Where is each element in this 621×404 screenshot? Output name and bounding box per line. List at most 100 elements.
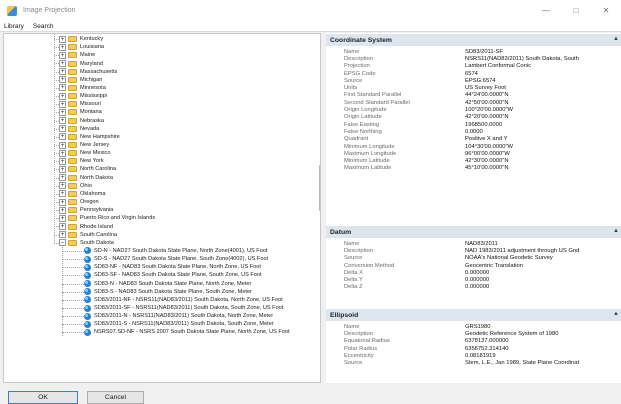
projection-item[interactable]: SD83-N - NAD83 South Dakota State Plane,… [84, 280, 251, 288]
globe-icon [84, 296, 91, 304]
property-value: 0.08181919 [465, 352, 496, 359]
tree-item-south-carolina[interactable]: + South Carolina [59, 231, 117, 239]
projection-item[interactable]: SD83/2011-SF - NSRS11(NAD83/2011) South … [84, 304, 283, 312]
splitter-grip[interactable] [319, 165, 320, 211]
projection-item[interactable]: SD83-SF - NAD83 South Dakota State Plane… [84, 271, 262, 279]
tree-item-missouri[interactable]: + Missouri [59, 100, 101, 108]
tree-item-montana[interactable]: + Montana [59, 108, 102, 116]
property-name: Description [344, 247, 373, 254]
tree-connector-line [62, 307, 84, 309]
minimize-button[interactable]: — [531, 0, 561, 21]
tree-item-oklahoma[interactable]: + Oklahoma [59, 190, 106, 198]
tree-item-minnesota[interactable]: + Minnesota [59, 84, 106, 92]
tree-item-north-carolina[interactable]: + North Carolina [59, 165, 116, 173]
property-row: Description Geodetic Reference System of … [326, 330, 621, 337]
tree-item-south-dakota[interactable]: − South Dakota [59, 239, 114, 247]
tree-item-label: New Mexico [80, 150, 111, 157]
tab-search[interactable]: Search [29, 23, 59, 30]
tree-item-maine[interactable]: + Maine [59, 51, 95, 59]
expand-icon[interactable]: + [59, 117, 66, 125]
section-header[interactable]: Ellipsoid ▲ [326, 309, 621, 321]
tree-item-kentucky[interactable]: + Kentucky [59, 35, 103, 43]
expand-icon[interactable]: + [59, 60, 66, 67]
collapse-chevron-icon[interactable]: ▲ [613, 228, 619, 234]
tree-item-new-mexico[interactable]: + New Mexico [59, 149, 110, 157]
tree-item-michigan[interactable]: + Michigan [59, 76, 102, 84]
expand-icon[interactable]: + [59, 223, 66, 230]
projection-item[interactable]: SD83-NF - NAD83 South Dakota State Plane… [84, 263, 261, 271]
tree-item-massachusetts[interactable]: + Massachusetts [59, 68, 117, 76]
expand-icon[interactable]: + [59, 157, 66, 165]
expand-icon[interactable]: + [59, 141, 66, 149]
tree-item-mississippi[interactable]: + Mississippi [59, 92, 107, 100]
tree-item-nebraska[interactable]: + Nebraska [59, 117, 104, 125]
cancel-button[interactable]: Cancel [87, 391, 144, 404]
expand-icon[interactable]: + [59, 198, 66, 206]
projection-label: SD-S - NAD27 South Dakota State Plane, S… [94, 256, 269, 263]
tree-item-louisiana[interactable]: + Louisiana [59, 43, 104, 51]
property-value: NSRS11(NAD83/2011) South Dakota, South [465, 55, 579, 62]
tree-item-label: New York [80, 158, 104, 165]
expand-icon[interactable]: + [59, 92, 66, 100]
folder-icon [68, 239, 77, 246]
expand-icon[interactable]: + [59, 35, 66, 43]
projection-label: SD83-SF - NAD83 South Dakota State Plane… [94, 272, 262, 279]
tree-item-nevada[interactable]: + Nevada [59, 125, 99, 133]
collapse-chevron-icon[interactable]: ▲ [613, 36, 619, 42]
tree-item-maryland[interactable]: + Maryland [59, 59, 103, 67]
expand-icon[interactable]: + [59, 68, 66, 76]
tree-item-puerto-rico-and-virgin-islands[interactable]: + Puerto Rico and Virgin Islands [59, 214, 155, 222]
projection-tree[interactable]: + Kentucky + Louisiana + Maine + Maryland + Massa… [3, 33, 321, 383]
properties-panel: Coordinate System ▲ Name SD83/2011-SF Descri… [326, 33, 621, 383]
window-controls: — □ ✕ [531, 0, 621, 21]
projection-item[interactable]: SD83/2011-NF - NSRS11(NAD83/2011) South … [84, 296, 283, 304]
expand-icon[interactable]: + [59, 108, 66, 116]
property-name: Name [344, 48, 360, 55]
expand-icon[interactable]: + [59, 100, 66, 108]
section-header[interactable]: Coordinate System ▲ [326, 34, 621, 46]
expand-icon[interactable]: + [59, 125, 66, 133]
projection-item[interactable]: NSRS07.SD-NF - NSRS 2007 South Dakota St… [84, 328, 290, 336]
tree-item-new-hampshire[interactable]: + New Hampshire [59, 133, 120, 141]
property-value: 6378137.000000 [465, 338, 509, 345]
expand-icon[interactable]: + [59, 84, 66, 92]
tab-library[interactable]: Library [0, 23, 29, 30]
expand-icon[interactable]: + [59, 190, 66, 198]
section-header[interactable]: Datum ▲ [326, 226, 621, 238]
projection-item[interactable]: SD83/2011-N - NSRS11(NAD83/2011) South D… [84, 312, 273, 320]
expand-icon[interactable]: + [59, 43, 66, 51]
expand-icon[interactable]: + [59, 174, 66, 182]
expand-icon[interactable]: + [59, 76, 66, 84]
projection-item[interactable]: SD-S - NAD27 South Dakota State Plane, S… [84, 255, 268, 263]
projection-item[interactable]: SD-N - NAD27 South Dakota State Plane, N… [84, 247, 268, 255]
expand-icon[interactable]: + [59, 182, 66, 190]
tree-item-oregon[interactable]: + Oregon [59, 198, 99, 206]
expand-icon[interactable]: + [59, 149, 66, 157]
property-name: Maximum Latitude [344, 165, 392, 172]
tree-item-new-york[interactable]: + New York [59, 157, 104, 165]
property-row: Description NAD 1983/2011 adjustment thro… [326, 247, 621, 254]
expand-icon[interactable]: + [59, 206, 66, 214]
collapse-chevron-icon[interactable]: ▲ [613, 311, 619, 317]
tree-item-north-dakota[interactable]: + North Dakota [59, 174, 113, 182]
folder-icon [68, 125, 77, 132]
close-button[interactable]: ✕ [591, 0, 621, 21]
property-name: Projection [344, 63, 370, 70]
projection-item[interactable]: SD83-S - NAD83 South Dakota State Plane,… [84, 288, 252, 296]
maximize-button[interactable]: □ [561, 0, 591, 21]
tree-item-rhode-island[interactable]: + Rhode Island [59, 222, 113, 230]
expand-icon[interactable]: + [59, 231, 66, 239]
ok-button[interactable]: OK [8, 391, 78, 404]
collapse-icon[interactable]: − [59, 239, 66, 247]
property-name: Origin Longitude [344, 107, 387, 114]
tree-item-pennsylvania[interactable]: + Pennsylvania [59, 206, 113, 214]
projection-item[interactable]: SD83/2011-S - NSRS11(NAD83/2011) South D… [84, 320, 274, 328]
tree-item-label: Nevada [80, 125, 100, 132]
expand-icon[interactable]: + [59, 133, 66, 141]
tree-item-new-jersey[interactable]: + New Jersey [59, 141, 109, 149]
expand-icon[interactable]: + [59, 165, 66, 173]
tree-item-ohio[interactable]: + Ohio [59, 182, 92, 190]
expand-icon[interactable]: + [59, 51, 66, 59]
expand-icon[interactable]: + [59, 214, 66, 222]
property-value: Lambert Conformal Conic [465, 63, 532, 70]
